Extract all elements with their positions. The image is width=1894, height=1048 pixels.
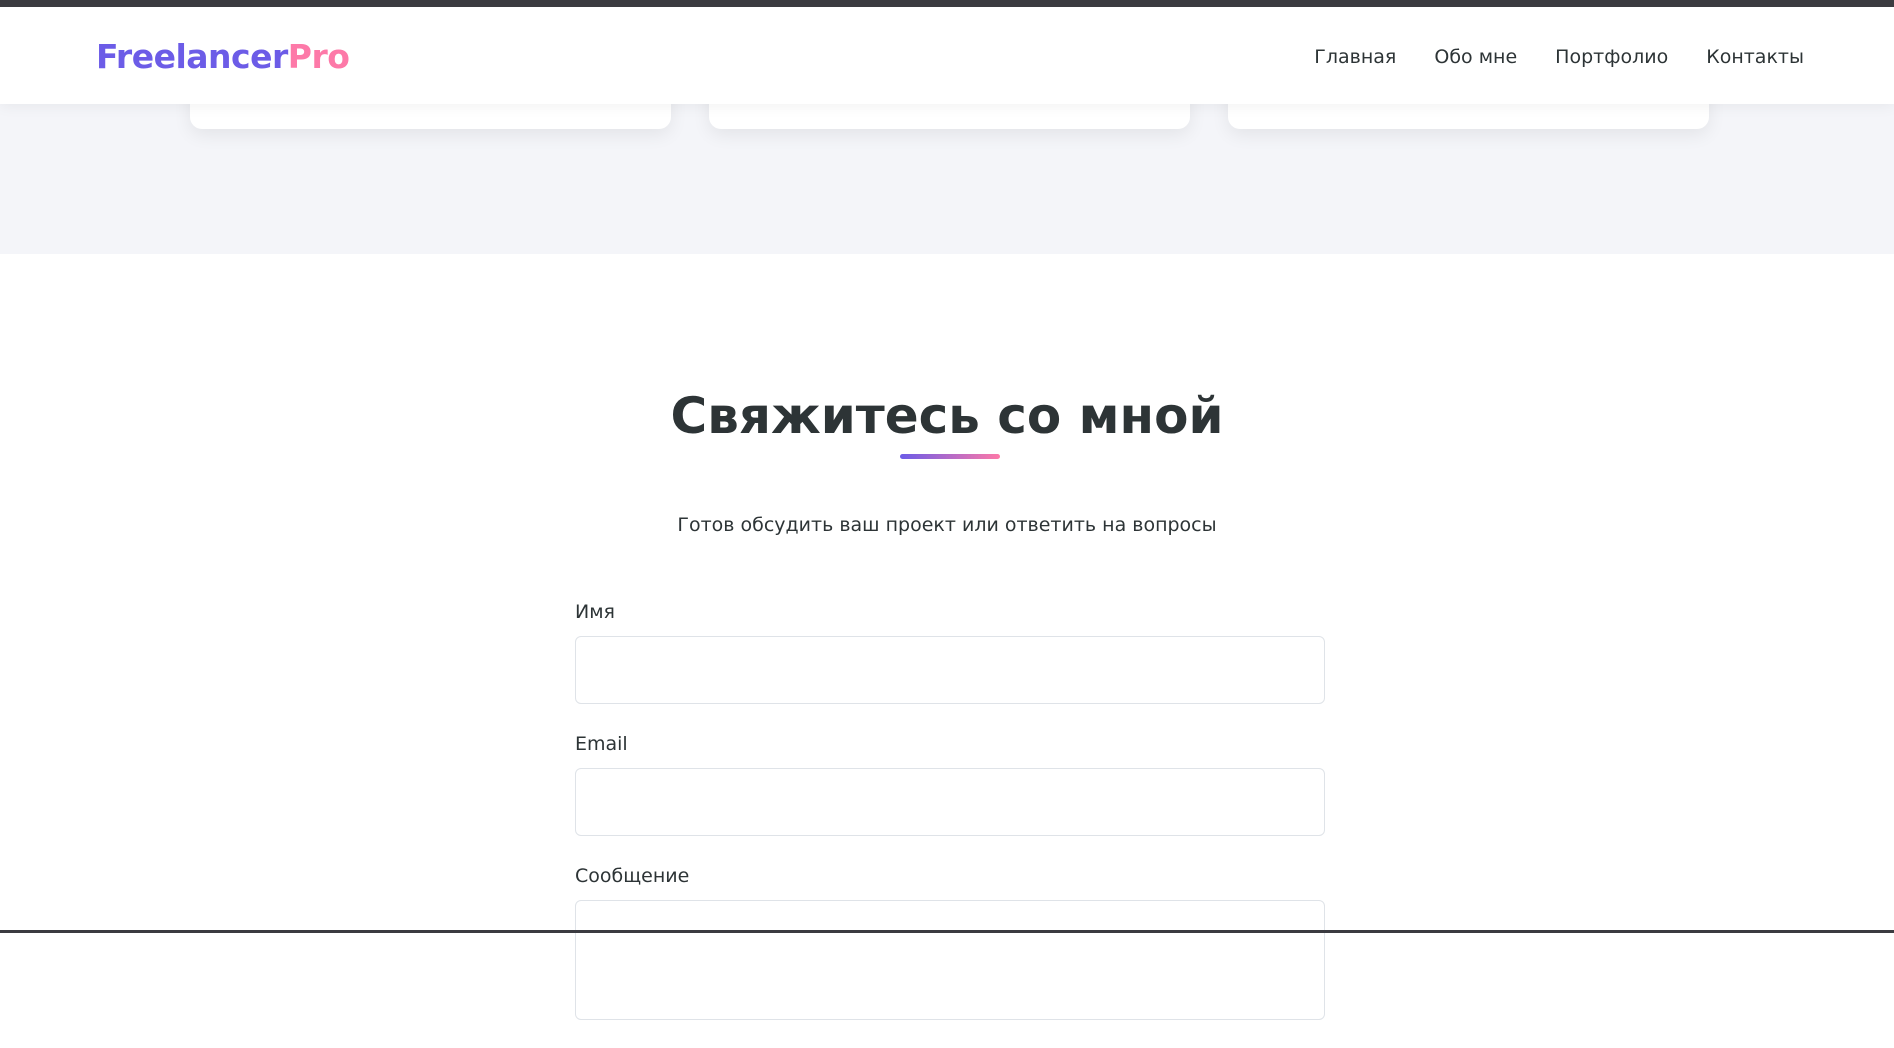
email-input[interactable] [575, 768, 1325, 836]
contact-form: Имя Email Сообщение [575, 600, 1325, 1048]
site-header: FreelancerPro Главная Обо мне Портфолио … [0, 7, 1894, 104]
nav-link-contacts[interactable]: Контакты [1706, 45, 1804, 69]
form-group-email: Email [575, 732, 1325, 836]
logo-text-accent: Pro [287, 37, 350, 76]
name-label: Имя [575, 601, 615, 623]
email-label: Email [575, 733, 628, 755]
logo-text-primary: Freelancer [96, 37, 288, 76]
message-label: Сообщение [575, 865, 690, 887]
main-nav: Главная Обо мне Портфолио Контакты [1314, 45, 1804, 69]
message-textarea[interactable] [575, 900, 1325, 1020]
form-group-message: Сообщение [575, 864, 1325, 1020]
form-group-name: Имя [575, 600, 1325, 704]
nav-link-about[interactable]: Обо мне [1434, 45, 1517, 69]
title-underline [900, 454, 1000, 459]
top-edge-strip [0, 0, 1894, 7]
contact-subtitle: Готов обсудить ваш проект или ответить н… [677, 514, 1217, 536]
contact-title: Свяжитесь со мной [670, 387, 1224, 445]
nav-link-portfolio[interactable]: Портфолио [1555, 45, 1668, 69]
nav-link-home[interactable]: Главная [1314, 45, 1396, 69]
site-logo[interactable]: FreelancerPro [96, 37, 350, 77]
name-input[interactable] [575, 636, 1325, 704]
